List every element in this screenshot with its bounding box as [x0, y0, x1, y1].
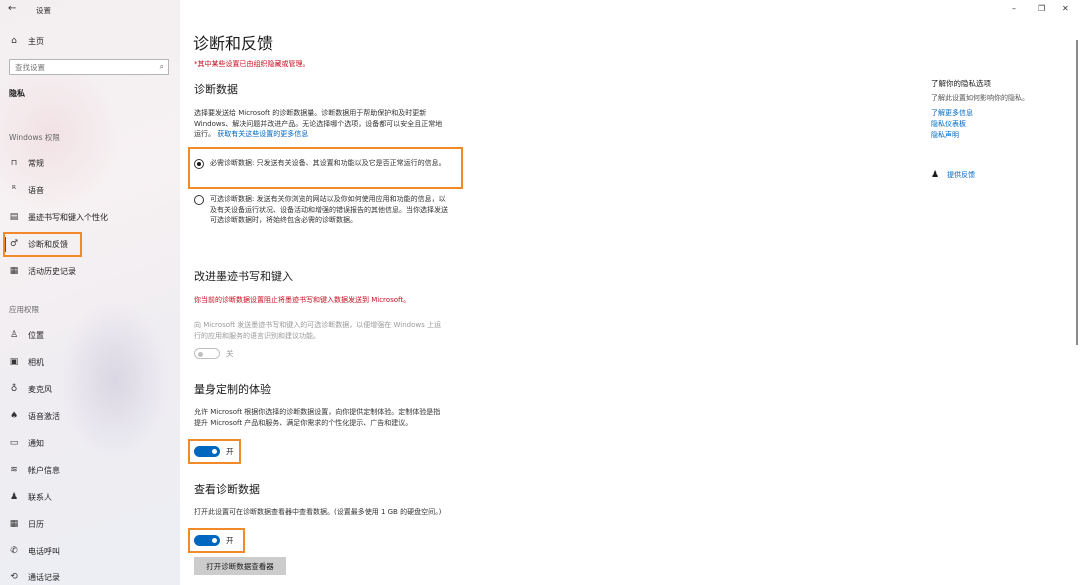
sidebar-item-label: 麦克风	[28, 384, 52, 394]
tailored-toggle-label: 开	[226, 447, 234, 456]
sidebar-item-general[interactable]: ⊓ 常规	[8, 155, 44, 171]
location-icon: ♙	[9, 329, 19, 340]
diag-description: 选择要发送给 Microsoft 的诊断数据量。诊断数据用于帮助保护和及时更新 …	[194, 108, 449, 140]
sidebar-item-contacts[interactable]: ♟ 联系人	[8, 489, 52, 505]
sidebar-item-label: 相机	[28, 357, 44, 367]
sidebar-item-inking[interactable]: ▤ 墨迹书写和键入个性化	[8, 209, 108, 225]
sidebar-item-label: 主页	[28, 36, 44, 46]
back-arrow-icon[interactable]: ←	[8, 3, 16, 14]
microphone-icon: ♁	[10, 383, 18, 394]
sidebar-item-voice-activation[interactable]: ♠ 语音激活	[8, 408, 60, 424]
inking-heading: 改进墨迹书写和键入	[194, 270, 293, 283]
speech-icon: ᴿ	[12, 184, 16, 195]
feedback-icon: ♟	[931, 170, 940, 180]
page-title: 诊断和反馈	[193, 34, 274, 53]
privacy-dashboard-link[interactable]: 隐私仪表板	[931, 119, 1061, 130]
viewer-description: 打开此设置可在诊断数据查看器中查看数据。(设置最多使用 1 GB 的硬盘空间。)	[194, 508, 442, 516]
feedback-link[interactable]: 提供反馈	[947, 170, 975, 181]
main-content: – ❐ ✕ 诊断和反馈 *其中某些设置已由组织隐藏或管理。 诊断数据 选择要发送…	[180, 0, 1080, 585]
sidebar-item-home[interactable]: ⌂ 主页	[8, 33, 44, 49]
call-history-icon: ⟲	[10, 571, 18, 582]
sidebar-item-label: 墨迹书写和键入个性化	[28, 212, 108, 222]
search-input[interactable]	[15, 62, 145, 72]
sidebar-item-activity[interactable]: ▦ 活动历史记录	[8, 263, 76, 279]
feedback-link-row[interactable]: ♟ 提供反馈	[931, 170, 1061, 181]
sidebar-item-label: 日历	[28, 519, 44, 529]
sidebar-item-label: 常规	[28, 158, 44, 168]
inking-toggle[interactable]	[194, 348, 220, 359]
lock-icon: ⊓	[10, 158, 18, 167]
viewer-toggle[interactable]	[194, 535, 220, 546]
radio-optional-label: 可选诊断数据: 发送有关你浏览的网站以及你如何使用应用和功能的信息，以及有关设备…	[210, 195, 448, 224]
inking-description: 向 Microsoft 发送墨迹书写和键入的可选诊断数据，以便增强在 Windo…	[194, 321, 442, 340]
search-box[interactable]: ⌕	[9, 59, 169, 75]
camera-icon: ▣	[9, 356, 19, 367]
sidebar-item-notifications[interactable]: ▭ 通知	[8, 435, 44, 451]
close-button[interactable]: ✕	[1062, 4, 1069, 13]
highlight-box	[188, 147, 463, 189]
sidebar-item-phone-calls[interactable]: ✆ 电话呼叫	[8, 543, 60, 559]
more-info-link[interactable]: 获取有关这些设置的更多信息	[217, 130, 308, 138]
scrollbar[interactable]	[1076, 40, 1078, 345]
radio-button[interactable]	[194, 195, 204, 205]
learn-more-link[interactable]: 了解更多信息	[931, 108, 1061, 119]
home-icon: ⌂	[11, 35, 17, 46]
highlight-box	[3, 232, 82, 257]
viewer-heading: 查看诊断数据	[194, 483, 260, 496]
org-managed-note: *其中某些设置已由组织隐藏或管理。	[194, 60, 310, 68]
group-header-apps: 应用权限	[9, 305, 39, 314]
sidebar-item-microphone[interactable]: ♁ 麦克风	[8, 381, 52, 397]
privacy-statement-link[interactable]: 隐私声明	[931, 130, 1061, 141]
sidebar-item-label: 活动历史记录	[28, 266, 76, 276]
group-header-windows: Windows 权限	[9, 133, 60, 142]
sidebar-item-label: 电话呼叫	[28, 546, 60, 556]
calendar-icon: ▦	[9, 518, 19, 529]
voice-activation-icon: ♠	[9, 410, 19, 421]
inking-warning: 你当前的诊断数据设置阻止将墨迹书写和键入数据发送到 Microsoft。	[194, 296, 411, 304]
sidebar-item-label: 语音激活	[28, 411, 60, 421]
title-bar: ← 设置	[0, 0, 180, 20]
tailored-description: 允许 Microsoft 根据你选择的诊断数据设置，向你提供定制体验。定制体验是…	[194, 408, 441, 427]
tailored-heading: 量身定制的体验	[194, 383, 271, 396]
sidebar: ← 设置 ⌂ 主页 ⌕ 隐私 Windows 权限 ⊓ 常规 ᴿ 语音 ▤ 墨迹…	[0, 0, 180, 585]
privacy-panel: 了解你的隐私选项 了解此设置如何影响你的隐私。 了解更多信息 隐私仪表板 隐私声…	[931, 78, 1061, 141]
sidebar-item-label: 通话记录	[28, 572, 60, 582]
open-viewer-button[interactable]: 打开诊断数据查看器	[194, 557, 286, 575]
account-info-icon: ≋	[10, 464, 18, 475]
minimize-button[interactable]: –	[1012, 4, 1016, 13]
app-title: 设置	[36, 6, 51, 15]
viewer-toggle-label: 开	[226, 536, 234, 545]
sidebar-item-call-history[interactable]: ⟲ 通话记录	[8, 569, 60, 585]
sidebar-item-label: 位置	[28, 330, 44, 340]
sidebar-item-location[interactable]: ♙ 位置	[8, 327, 44, 343]
sidebar-item-label: 帐户信息	[28, 465, 60, 475]
sidebar-item-speech[interactable]: ᴿ 语音	[8, 182, 44, 198]
sidebar-item-label: 语音	[28, 185, 44, 195]
privacy-description: 了解此设置如何影响你的隐私。	[931, 94, 1029, 102]
radio-optional[interactable]: 可选诊断数据: 发送有关你浏览的网站以及你如何使用应用和功能的信息，以及有关设备…	[194, 194, 459, 226]
phone-icon: ✆	[10, 545, 18, 556]
search-icon[interactable]: ⌕	[160, 62, 164, 72]
tailored-toggle[interactable]	[194, 446, 220, 457]
notification-icon: ▭	[9, 437, 19, 448]
contacts-icon: ♟	[9, 491, 19, 502]
sidebar-item-label: 通知	[28, 438, 44, 448]
notepad-icon: ▤	[9, 211, 19, 222]
section-title: 隐私	[9, 89, 25, 98]
sidebar-item-camera[interactable]: ▣ 相机	[8, 354, 44, 370]
diag-heading: 诊断数据	[194, 83, 238, 96]
sidebar-item-account-info[interactable]: ≋ 帐户信息	[8, 462, 60, 478]
privacy-heading: 了解你的隐私选项	[931, 79, 991, 88]
sidebar-item-calendar[interactable]: ▦ 日历	[8, 516, 44, 532]
history-icon: ▦	[9, 265, 19, 276]
sidebar-item-label: 联系人	[28, 492, 52, 502]
restore-button[interactable]: ❐	[1038, 4, 1045, 13]
inking-toggle-label: 关	[226, 349, 234, 358]
